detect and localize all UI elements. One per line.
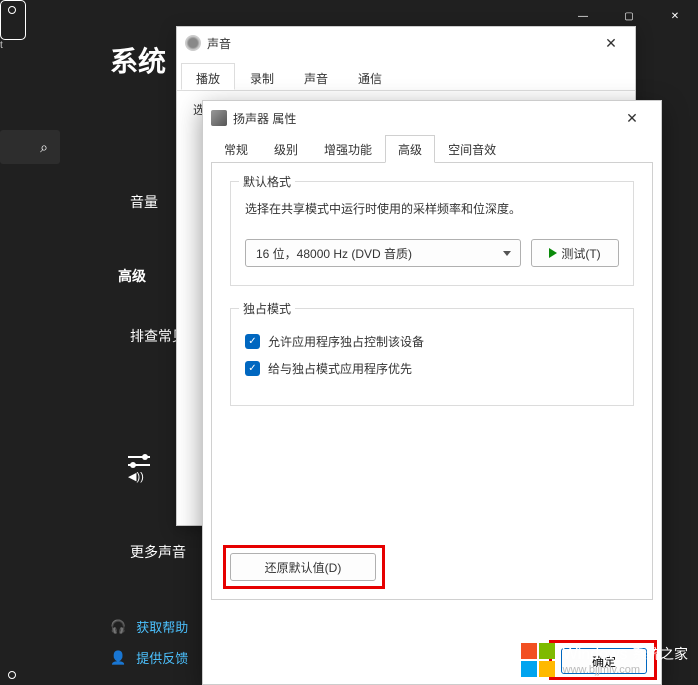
restore-defaults-button[interactable]: 还原默认值(D) — [230, 553, 376, 581]
tab-spatial[interactable]: 空间音效 — [435, 135, 509, 163]
windows-logo-icon — [521, 643, 555, 677]
sound-dialog-icon — [185, 35, 201, 51]
tab-enhancements[interactable]: 增强功能 — [311, 135, 385, 163]
sound-dialog-close-button[interactable]: ✕ — [595, 27, 627, 59]
close-button[interactable]: ✕ — [652, 0, 698, 32]
sound-dialog-tabs: 播放 录制 声音 通信 — [177, 59, 635, 91]
exclusive-opt1-label: 允许应用程序独占控制该设备 — [268, 333, 424, 350]
exclusive-opt2-label: 给与独占模式应用程序优先 — [268, 360, 412, 377]
exclusive-mode-title: 独占模式 — [239, 300, 295, 317]
watermark: Windows 系统之家 www.bjjmlv.com — [521, 643, 688, 677]
tab-general[interactable]: 常规 — [211, 135, 261, 163]
watermark-brand: Windows — [563, 646, 628, 663]
tab-advanced[interactable]: 高级 — [385, 135, 435, 163]
mixer-icon: ◀)) — [128, 456, 150, 483]
default-format-desc: 选择在共享模式中运行时使用的采样频率和位深度。 — [245, 200, 619, 217]
default-format-title: 默认格式 — [239, 173, 295, 190]
checkbox-exclusive-control[interactable]: ✓ — [245, 334, 260, 349]
sound-dialog-titlebar: 声音 ✕ — [177, 27, 635, 59]
tab-levels[interactable]: 级别 — [261, 135, 311, 163]
feedback-icon: 👤 — [110, 650, 126, 666]
exclusive-opt1-row[interactable]: ✓ 允许应用程序独占控制该设备 — [245, 333, 619, 350]
get-help-link[interactable]: 🎧 获取帮助 — [110, 617, 188, 636]
format-row: 16 位，48000 Hz (DVD 音质) 测试(T) — [245, 239, 619, 267]
settings-item-volume[interactable]: 音量 — [130, 192, 158, 212]
test-button-label: 测试(T) — [561, 245, 600, 262]
test-button[interactable]: 测试(T) — [531, 239, 619, 267]
settings-item-more-sound[interactable]: 更多声音 — [130, 542, 186, 562]
props-title: 扬声器 属性 — [233, 110, 611, 127]
watermark-url: www.bjjmlv.com — [563, 664, 688, 676]
page-title: 系统 — [110, 40, 166, 80]
cropped-label: t — [0, 40, 3, 51]
speaker-icon — [211, 110, 227, 126]
sound-dialog-title: 声音 — [207, 35, 595, 52]
search-input[interactable]: ⌕ — [0, 130, 60, 164]
props-titlebar: 扬声器 属性 ✕ — [203, 101, 661, 135]
watermark-sub-brand: 系统之家 — [632, 646, 688, 662]
default-format-group: 默认格式 选择在共享模式中运行时使用的采样频率和位深度。 16 位，48000 … — [230, 181, 634, 286]
format-select[interactable]: 16 位，48000 Hz (DVD 音质) — [245, 239, 521, 267]
settings-section-advanced: 高级 — [118, 266, 146, 286]
search-icon: ⌕ — [40, 139, 48, 156]
play-icon — [549, 248, 557, 258]
speaker-properties-dialog: 扬声器 属性 ✕ 常规 级别 增强功能 高级 空间音效 默认格式 选择在共享模式… — [202, 100, 662, 685]
tab-playback[interactable]: 播放 — [181, 63, 235, 90]
exclusive-mode-group: 独占模式 ✓ 允许应用程序独占控制该设备 ✓ 给与独占模式应用程序优先 — [230, 308, 634, 406]
feedback-label: 提供反馈 — [136, 648, 188, 667]
headset-icon: 🎧 — [110, 619, 126, 635]
props-close-button[interactable]: ✕ — [611, 103, 653, 133]
tab-sounds[interactable]: 声音 — [289, 63, 343, 90]
exclusive-opt2-row[interactable]: ✓ 给与独占模式应用程序优先 — [245, 360, 619, 377]
tab-communications[interactable]: 通信 — [343, 63, 397, 90]
format-select-value: 16 位，48000 Hz (DVD 音质) — [256, 245, 412, 262]
get-help-label: 获取帮助 — [136, 617, 188, 636]
props-body: 默认格式 选择在共享模式中运行时使用的采样频率和位深度。 16 位，48000 … — [211, 162, 653, 600]
feedback-link[interactable]: 👤 提供反馈 — [110, 648, 188, 667]
checkbox-exclusive-priority[interactable]: ✓ — [245, 361, 260, 376]
watermark-text: Windows 系统之家 www.bjjmlv.com — [563, 644, 688, 676]
props-tabs: 常规 级别 增强功能 高级 空间音效 — [203, 135, 661, 163]
tab-recording[interactable]: 录制 — [235, 63, 289, 90]
